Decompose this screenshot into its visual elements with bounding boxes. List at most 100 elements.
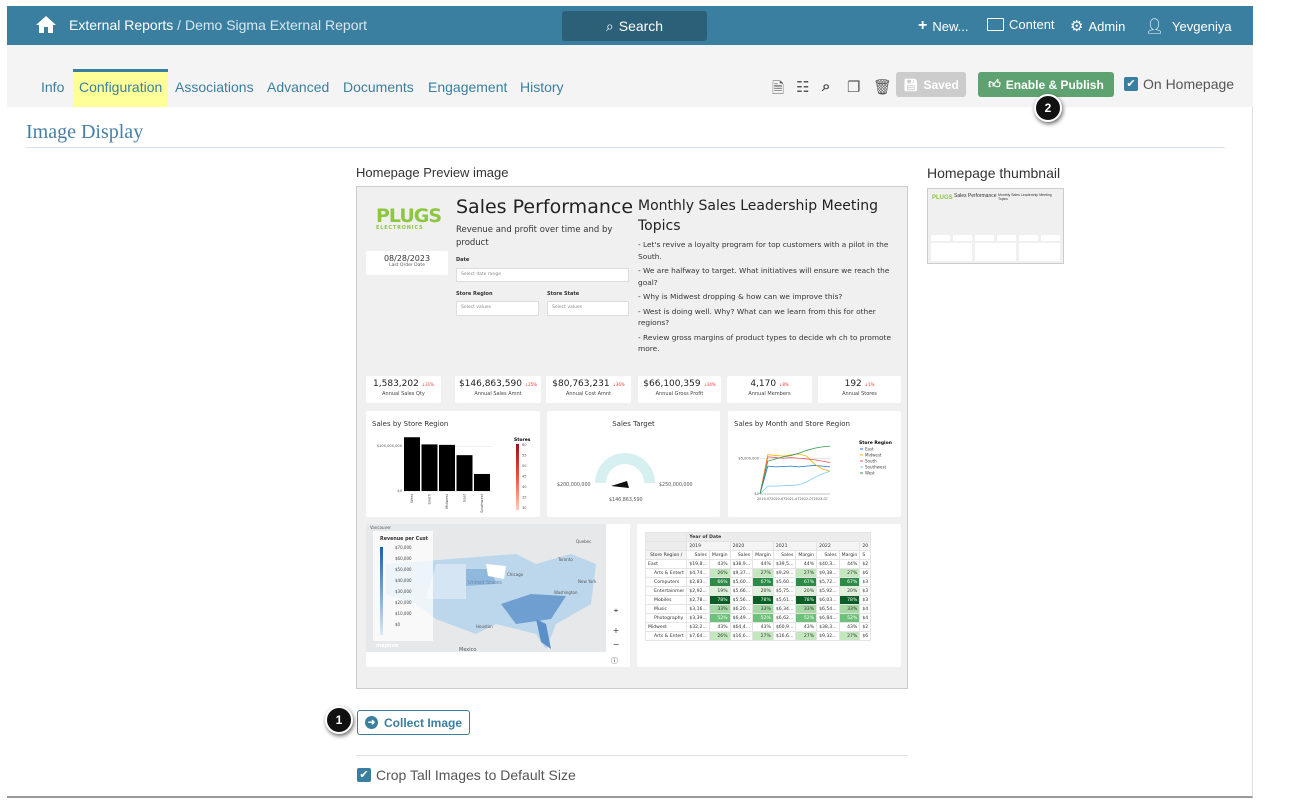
table-cell: 78%: [752, 595, 774, 605]
sub-header: Sales: [816, 550, 840, 560]
table-cell: 27%: [795, 568, 818, 578]
gear-icon: ⚙: [1070, 18, 1084, 35]
saved-button[interactable]: 💾︎ Saved: [896, 72, 966, 97]
content-button[interactable]: Content: [987, 17, 1055, 32]
table-cell: 27%: [752, 568, 774, 578]
breadcrumb-current: Demo Sigma External Report: [184, 17, 368, 33]
row-header: Store Region /: [644, 550, 688, 560]
homepage-thumbnail: PLUGS Sales Performance Monthly Sales Le…: [927, 188, 1064, 264]
tab-engagement[interactable]: Engagement: [422, 69, 513, 107]
sales-by-region-tile: Sales by Store Region $100,000,000 $0 West S…: [366, 411, 540, 517]
crop-label: Crop Tall Images to Default Size: [376, 767, 576, 783]
table-cell: $5,75...: [772, 586, 797, 596]
table-cell: $64,4...: [729, 622, 754, 632]
user-menu[interactable]: 👤︎ Yevgeniya: [1145, 17, 1232, 35]
table-cell: $2: [859, 559, 872, 569]
tab-history[interactable]: History: [514, 69, 570, 107]
legend-tick: $60,000: [395, 556, 412, 561]
topics-list: - Let's revive a loyalty program for top…: [638, 239, 900, 358]
map-label: Washington: [554, 590, 578, 595]
thumb-kpis: [931, 235, 1061, 241]
preview-label: Homepage Preview image: [356, 165, 509, 180]
table-cell: $2,78...: [686, 595, 710, 605]
table-cell: $4: [859, 613, 872, 623]
sales-target-tile: Sales Target $200,000,000 $250,000,000 $…: [547, 411, 720, 517]
year-header: 20: [859, 541, 872, 551]
tab-info[interactable]: Info: [35, 69, 70, 107]
column-group-header: Year of Date: [686, 532, 872, 542]
bar-west: [404, 437, 420, 491]
kpi-card: 4,170 ↓8% Annual Members: [727, 376, 812, 403]
tab-configuration[interactable]: Configuration: [73, 69, 169, 107]
table-cell: 52%: [838, 613, 861, 623]
table-cell: 20%: [752, 586, 774, 596]
row-label: Music: [644, 604, 688, 614]
thumb-topics: Monthly Sales Leadership Meeting Topics: [998, 193, 1052, 201]
row-label: Computers: [644, 577, 688, 587]
table-cell: $6,03...: [816, 595, 840, 605]
table-cell: $9,32...: [816, 631, 840, 641]
year-header: 2019: [686, 541, 731, 551]
user-icon: 👤︎: [1145, 18, 1165, 35]
copy-icon[interactable]: ❐: [847, 78, 860, 96]
map-label: Houston: [476, 624, 493, 629]
search-icon[interactable]: ⌕: [822, 78, 830, 95]
search-button[interactable]: ⌕ Search: [562, 11, 707, 41]
table-row: Mobiles $2,78... 78% $5,56... 78% $5,61... 78%…: [644, 595, 872, 605]
tab-documents[interactable]: Documents: [337, 69, 420, 107]
table-cell: 27%: [838, 631, 861, 641]
gauge-min: $200,000,000: [557, 483, 591, 488]
table-row: East $19,8... 43% $38,9... 44% $39,5... 44% $40…: [644, 559, 872, 569]
map-legend: Revenue per Cust $70,000 $60,000 $50,000 $4…: [373, 531, 433, 641]
trash-icon[interactable]: 🗑︎: [873, 78, 892, 96]
table-cell: $19,8...: [686, 559, 710, 569]
table-cell: $6,84...: [816, 613, 840, 623]
new-button[interactable]: + New...: [918, 17, 968, 35]
table-row: Computers $2,83... 66% $5,60... 67% $5,60... 6…: [644, 577, 872, 587]
table-cell: 44%: [752, 559, 774, 569]
logo: PLUGS ELECTRONICS: [376, 205, 442, 232]
table-cell: $9,37...: [729, 568, 754, 578]
table-cell: 43%: [752, 622, 774, 632]
tab-advanced[interactable]: Advanced: [261, 69, 335, 107]
home-icon[interactable]: [35, 15, 57, 34]
table-cell: 78%: [838, 595, 861, 605]
gauge-needle: [611, 481, 629, 488]
table-cell: 20%: [795, 586, 818, 596]
table-cell: 43%: [708, 559, 731, 569]
table-cell: 78%: [708, 595, 731, 605]
table-cell: 33%: [795, 604, 818, 614]
table-cell: $9,29...: [772, 568, 797, 578]
divider: [26, 147, 1225, 148]
table-cell: $16,6...: [772, 631, 797, 641]
admin-button[interactable]: ⚙ Admin: [1070, 17, 1125, 35]
x-tick: Southwest: [480, 493, 484, 512]
breadcrumb-separator: /: [173, 17, 185, 33]
table-cell: 33%: [838, 604, 861, 614]
legend-entry: East: [865, 447, 874, 452]
document-icon[interactable]: 🗎︎: [772, 78, 784, 103]
legend-tick: $10,000: [395, 611, 412, 616]
dashboard-title: Sales Performance: [456, 196, 634, 218]
legend-entry: Southwest: [865, 465, 886, 470]
corner-cell: [644, 532, 688, 542]
topic-item: - Why is Midwest dropping & how can we i…: [638, 292, 843, 301]
last-order-date-card: 08/28/2023 Last Order Date: [366, 251, 448, 275]
bar-southwest: [474, 473, 490, 491]
on-homepage-checkbox[interactable]: ✔ On Homepage: [1124, 76, 1234, 92]
table-cell: $5,60...: [772, 577, 797, 587]
collect-image-button[interactable]: ➜ Collect Image: [357, 710, 470, 735]
legend-entry: Midwest: [865, 453, 882, 458]
breadcrumb-root[interactable]: External Reports: [69, 17, 173, 33]
map-label: Vancouver: [370, 525, 392, 530]
table-cell: $6,49...: [729, 613, 754, 623]
content-label: Content: [1009, 17, 1055, 32]
dashboard-subtitle: Revenue and profit over time and by prod…: [456, 225, 613, 248]
hierarchy-icon[interactable]: ☷: [796, 78, 809, 96]
tab-associations[interactable]: Associations: [169, 69, 260, 107]
crop-tall-images-checkbox[interactable]: ✔ Crop Tall Images to Default Size: [357, 767, 576, 783]
breadcrumb: External Reports / Demo Sigma External R…: [69, 17, 367, 33]
legend-tick: 35: [522, 496, 527, 500]
topic-item: - West is doing well. Why? What can we l…: [638, 306, 876, 328]
locate-icon: ⌖: [609, 606, 623, 620]
